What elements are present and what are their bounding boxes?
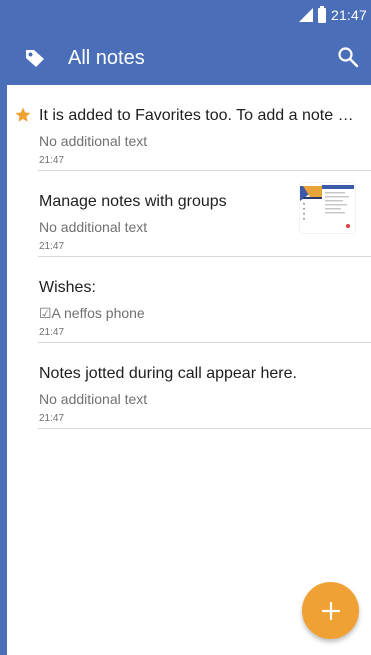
star-icon[interactable] [14, 106, 32, 124]
cell-signal-icon [298, 8, 313, 22]
note-subtitle: No additional text [39, 391, 148, 407]
battery-icon [317, 5, 326, 23]
notes-list: It is added to Favorites too. To add a n… [7, 85, 371, 429]
note-title: Notes jotted during call appear here. [39, 365, 297, 382]
note-time: 21:47 [39, 413, 65, 424]
note-item-wishes[interactable]: Wishes: ☑A neffos phone 21:47 [38, 257, 371, 343]
note-subtitle: ☑A neffos phone [39, 305, 145, 321]
note-time: 21:47 [39, 241, 65, 252]
status-indicators: 21:47 [298, 5, 367, 24]
plus-icon [321, 601, 340, 620]
page-title: All notes [68, 47, 145, 69]
note-time: 21:47 [39, 155, 65, 166]
note-item-favorite[interactable]: It is added to Favorites too. To add a n… [15, 85, 371, 171]
note-item-groups[interactable]: Manage notes with groups No additional t… [38, 171, 371, 257]
note-subtitle: No additional text [39, 133, 148, 149]
note-time: 21:47 [39, 327, 65, 338]
add-note-button[interactable] [302, 582, 359, 639]
note-thumbnail [300, 183, 355, 233]
tag-icon[interactable] [24, 47, 46, 69]
app-bar: All notes [7, 30, 371, 85]
note-title: Wishes: [39, 279, 96, 296]
note-title: It is added to Favorites too. To add a n… [39, 107, 355, 124]
notes-app-screen: 21:47 All notes It is added to Favorites… [0, 0, 371, 655]
note-item-call-notes[interactable]: Notes jotted during call appear here. No… [38, 343, 371, 429]
status-time: 21:47 [330, 7, 367, 23]
thumbnail-image [300, 183, 355, 233]
search-icon[interactable] [337, 46, 359, 68]
note-subtitle: No additional text [39, 219, 148, 235]
status-bar: 21:47 [7, 0, 371, 30]
left-edge-strip [0, 0, 7, 655]
